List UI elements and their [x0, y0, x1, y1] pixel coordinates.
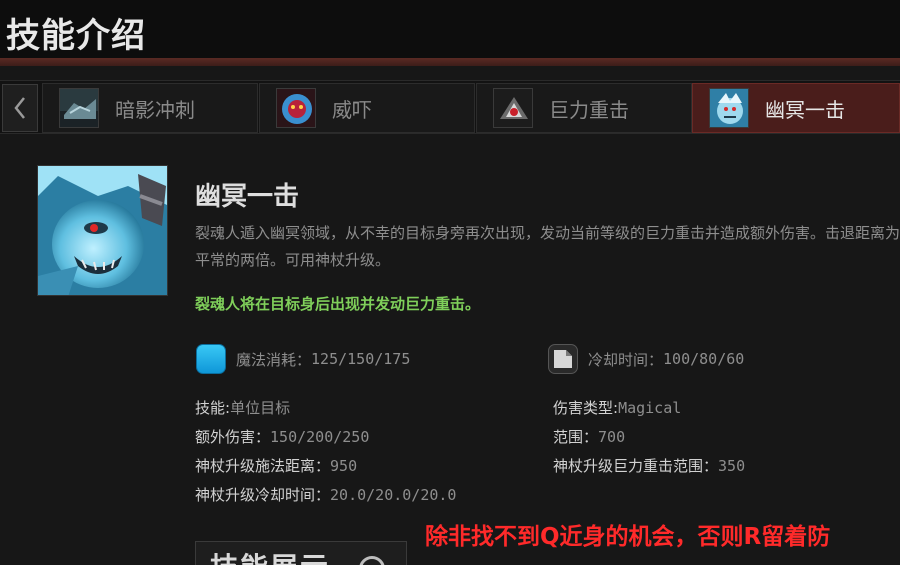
tab-label: 巨力重击	[549, 97, 629, 122]
skill-description: 裂魂人遁入幽冥领域，从不幸的目标身旁再次出现，发动当前等级的巨力重击并造成额外伤…	[195, 224, 900, 269]
nether-strike-icon	[709, 88, 749, 128]
tab-shadow-dash[interactable]: 暗影冲刺	[42, 83, 258, 133]
tabs-prev-button[interactable]	[2, 84, 38, 132]
page-header: 技能介绍	[0, 0, 900, 60]
attr-key: 范围：	[553, 428, 599, 446]
attr-key: 伤害类型:	[553, 399, 619, 417]
chevron-left-icon	[14, 97, 25, 119]
cooldown-icon	[548, 344, 578, 374]
attr-key: 神杖升级巨力重击范围：	[553, 457, 719, 475]
mana-value: 125/150/175	[311, 350, 411, 368]
skill-name: 幽冥一击	[195, 182, 300, 212]
skill-demo-label: 技能展示	[210, 546, 330, 565]
skill-note: 裂魂人将在目标身后出现并发动巨力重击。	[195, 295, 481, 313]
play-icon	[359, 556, 385, 565]
attr-value: 350	[718, 457, 746, 475]
attr-value: 950	[330, 457, 358, 475]
attr-range: 范围：700	[553, 426, 625, 447]
cooldown: 冷却时间： 100/80/60	[548, 344, 744, 374]
tab-nether-strike[interactable]: 幽冥一击	[692, 83, 900, 133]
tab-label: 威吓	[332, 97, 372, 122]
skill-demo-button[interactable]: 技能展示	[195, 541, 407, 565]
tab-label: 幽冥一击	[765, 97, 845, 122]
attr-scepter-cast-range: 神杖升级施法距离：950	[195, 455, 357, 476]
attr-scepter-bash-radius: 神杖升级巨力重击范围：350	[553, 455, 745, 476]
intimidate-icon	[276, 88, 316, 128]
shadow-dash-icon	[59, 88, 99, 128]
attr-key: 神杖升级施法距离：	[195, 457, 331, 475]
mana-icon	[196, 344, 226, 374]
attr-value: Magical	[618, 399, 682, 417]
skill-tabs: 暗影冲刺 威吓 巨力重击 幽冥一击	[0, 80, 900, 134]
attr-value: 700	[598, 428, 626, 446]
cooldown-value: 100/80/60	[663, 350, 745, 368]
attr-bonus-damage: 额外伤害：150/200/250	[195, 426, 369, 447]
mana-cost: 魔法消耗： 125/150/175	[196, 344, 410, 374]
attr-damage-type: 伤害类型:Magical	[553, 397, 681, 418]
attr-value: 20.0/20.0/20.0	[330, 486, 457, 504]
greater-bash-icon	[493, 88, 533, 128]
cooldown-label: 冷却时间：	[588, 350, 664, 369]
tab-intimidate[interactable]: 威吓	[259, 83, 475, 133]
attr-key: 技能:	[195, 399, 231, 417]
tab-greater-bash[interactable]: 巨力重击	[476, 83, 692, 133]
spirit-breaker-portrait-icon	[37, 165, 168, 296]
attr-key: 神杖升级冷却时间：	[195, 486, 331, 504]
attr-key: 额外伤害：	[195, 428, 271, 446]
annotation-text: 除非找不到Q近身的机会，否则R留着防	[425, 524, 831, 550]
mana-label: 魔法消耗：	[236, 350, 312, 369]
attr-value: 单位目标	[230, 399, 291, 417]
page-title: 技能介绍	[6, 16, 146, 56]
header-divider	[0, 58, 900, 66]
attr-scepter-cooldown: 神杖升级冷却时间：20.0/20.0/20.0	[195, 484, 456, 505]
tab-label: 暗影冲刺	[115, 97, 195, 122]
attr-ability-type: 技能:单位目标	[195, 397, 290, 418]
attr-value: 150/200/250	[270, 428, 370, 446]
